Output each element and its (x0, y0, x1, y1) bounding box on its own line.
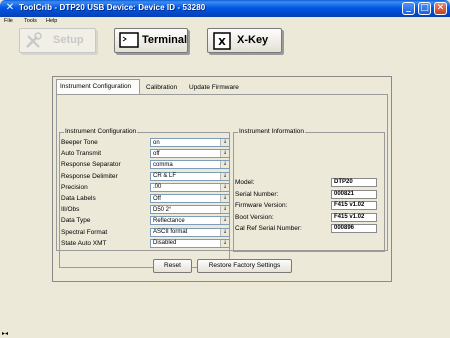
config-select[interactable]: comma ↓ (150, 160, 230, 170)
config-label: Beeper Tone (61, 139, 98, 146)
config-group: Instrument Configuration Beeper Tone on ↓ A… (59, 128, 230, 268)
config-row: Data Labels Off ↓ (60, 194, 230, 204)
config-value: D50 2° (153, 206, 172, 213)
minimize-button[interactable]: _ (402, 2, 415, 15)
config-select[interactable]: off ↓ (150, 149, 230, 159)
info-row: Boot Version: F415 v1.02 (234, 212, 384, 223)
info-label: Boot Version: (235, 213, 274, 221)
config-label: Data Labels (61, 195, 96, 202)
config-select[interactable]: on ↓ (150, 138, 230, 147)
info-value: 000821 (331, 189, 377, 199)
info-label: Model: (235, 179, 255, 186)
config-row: Spectral Format ASCII format ↓ (60, 227, 230, 238)
config-select[interactable]: .00 ↓ (150, 182, 230, 192)
window-title: ToolCrib - DTP20 USB Device: Device ID -… (19, 3, 206, 12)
title-bar[interactable]: ✕ ToolCrib - DTP20 USB Device: Device ID… (0, 0, 450, 17)
terminal-icon (119, 32, 139, 48)
tab-update-firmware[interactable]: Update Firmware (185, 80, 243, 94)
config-select[interactable]: Reflectance ↓ (150, 216, 230, 226)
config-value: ASCII format (153, 229, 188, 236)
menu-file[interactable]: File (4, 18, 13, 24)
config-label: Spectral Format (61, 228, 108, 236)
config-value: comma (153, 161, 173, 168)
config-value: CR & LF (153, 173, 177, 180)
dropdown-arrow-icon[interactable]: ↓ (220, 172, 229, 180)
config-row: Response Delimiter CR & LF ↓ (60, 171, 230, 182)
config-select[interactable]: ASCII format ↓ (150, 227, 230, 237)
config-row: Response Separator comma ↓ (60, 160, 230, 170)
xkey-label: X-Key (237, 34, 269, 46)
xkey-icon: X (213, 32, 231, 50)
dropdown-arrow-icon[interactable]: ↓ (220, 228, 229, 236)
maximize-button[interactable]: □ (418, 2, 431, 15)
dropdown-arrow-icon[interactable]: ↓ (220, 195, 229, 202)
config-select[interactable]: Off ↓ (150, 194, 230, 203)
dropdown-arrow-icon[interactable]: ↓ (220, 161, 229, 169)
config-value: Off (153, 195, 161, 202)
config-value: .00 (153, 184, 162, 191)
toolbar: Setup Terminal X X-Key (0, 26, 450, 58)
restore-factory-settings-button[interactable]: Restore Factory Settings (197, 259, 292, 273)
setup-button[interactable]: Setup (19, 28, 96, 53)
xkey-button[interactable]: X X-Key (207, 28, 282, 53)
config-row: Data Type Reflectance ↓ (60, 216, 230, 226)
tab-instrument-configuration[interactable]: Instrument Configuration (56, 79, 140, 95)
config-value: Disabled (153, 240, 177, 247)
config-group-title: Instrument Configuration (64, 128, 138, 135)
dropdown-arrow-icon[interactable]: ↓ (220, 139, 229, 146)
corner-indicator-icon: ▸◂ (2, 330, 9, 337)
config-label: Precision (61, 183, 88, 191)
info-row: Firmware Version: F415 v1.02 (234, 201, 384, 211)
dropdown-arrow-icon[interactable]: ↓ (220, 217, 229, 225)
config-select[interactable]: CR & LF ↓ (150, 171, 230, 181)
menu-tools[interactable]: Tools (24, 18, 37, 24)
config-value: Reflectance (153, 217, 185, 224)
tab-calibration[interactable]: Calibration (142, 80, 181, 94)
config-value: on (153, 139, 160, 146)
config-row: Precision .00 ↓ (60, 182, 230, 193)
config-select[interactable]: Disabled ↓ (150, 238, 230, 248)
svg-text:X: X (218, 37, 226, 48)
info-row: Cal Ref Serial Number: 000896 (234, 224, 384, 234)
info-label: Firmware Version: (235, 202, 288, 209)
config-label: Auto Transmit (61, 150, 102, 158)
info-label: Serial Number: (235, 190, 279, 198)
dropdown-arrow-icon[interactable]: ↓ (220, 183, 229, 191)
config-select[interactable]: D50 2° ↓ (150, 205, 230, 215)
info-value: 000896 (331, 224, 377, 233)
config-label: State Auto XMT (61, 239, 107, 247)
config-row: State Auto XMT Disabled ↓ (60, 238, 230, 249)
info-group: Instrument Information Model: DTP20 Serial… (233, 128, 385, 252)
config-row: Ill/Obs D50 2° ↓ (60, 205, 230, 215)
info-row: Serial Number: 000821 (234, 189, 384, 200)
info-row: Model: DTP20 (234, 178, 384, 188)
close-button[interactable]: ✕ (434, 2, 447, 15)
main-panel: Instrument Configuration Calibration Upd… (52, 76, 392, 282)
config-label: Ill/Obs (61, 206, 80, 214)
info-value: F415 v1.02 (331, 212, 377, 222)
reset-button[interactable]: Reset (153, 259, 192, 273)
tab-content: Instrument Configuration Beeper Tone on ↓ A… (56, 94, 388, 268)
info-value: DTP20 (331, 178, 377, 187)
info-group-title: Instrument Information (238, 128, 306, 135)
app-icon: ✕ (5, 2, 15, 13)
info-label: Cal Ref Serial Number: (235, 225, 302, 232)
tools-icon (26, 32, 42, 48)
config-label: Data Type (61, 217, 91, 225)
config-value: off (153, 150, 160, 157)
info-value: F415 v1.02 (331, 201, 377, 210)
menu-help[interactable]: Help (46, 18, 57, 24)
dropdown-arrow-icon[interactable]: ↓ (220, 150, 229, 158)
terminal-button[interactable]: Terminal (114, 28, 188, 53)
terminal-label: Terminal (142, 34, 188, 46)
dropdown-arrow-icon[interactable]: ↓ (220, 239, 229, 247)
menu-bar: File Tools Help (0, 17, 450, 26)
dropdown-arrow-icon[interactable]: ↓ (220, 206, 229, 214)
config-row: Beeper Tone on ↓ (60, 138, 230, 148)
config-label: Response Delimiter (61, 172, 118, 180)
config-row: Auto Transmit off ↓ (60, 149, 230, 159)
setup-label: Setup (53, 34, 84, 46)
config-label: Response Separator (61, 161, 121, 169)
